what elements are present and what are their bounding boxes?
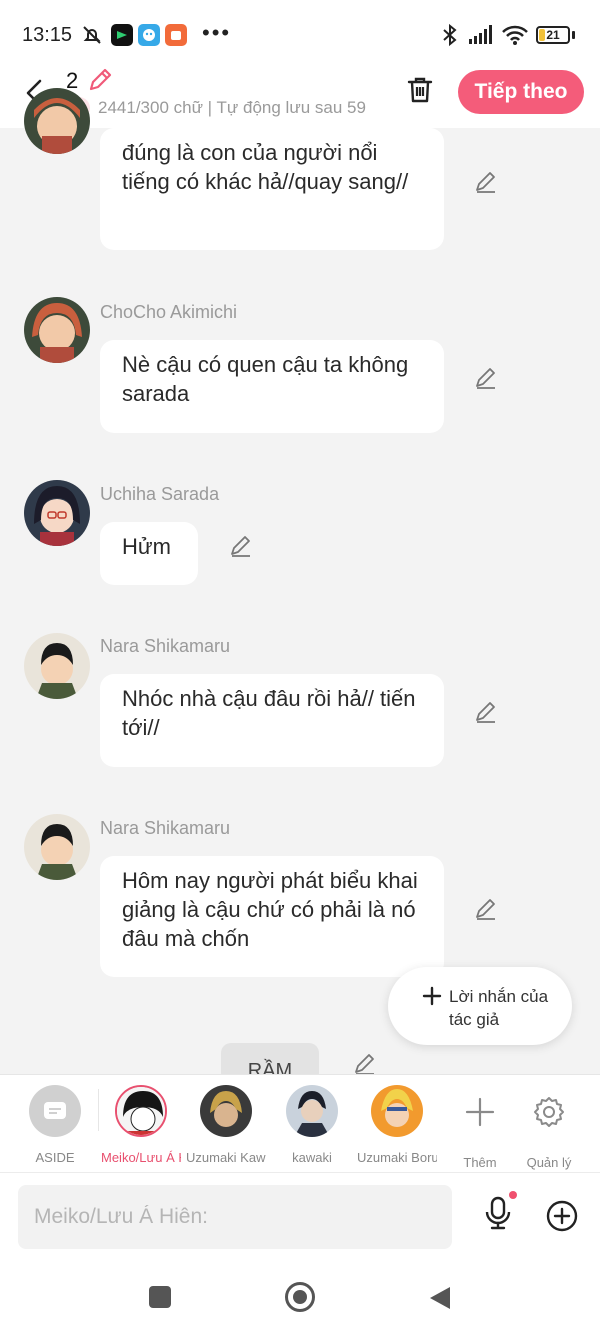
aside-icon — [29, 1085, 81, 1137]
character-name: Nara Shikamaru — [100, 636, 231, 656]
manage-characters-button[interactable]: Quản lý — [509, 1085, 589, 1170]
character-avatar[interactable] — [24, 297, 90, 363]
edit-message-icon[interactable] — [353, 1052, 377, 1076]
app-notification-icon — [165, 24, 187, 46]
character-avatar[interactable] — [24, 814, 90, 880]
character-uzumaki-kawaki[interactable]: Uzumaki Kawaki — [186, 1085, 266, 1165]
character-name: Nara Shikamaru — [100, 818, 231, 838]
signal-icon — [469, 25, 492, 44]
message-bubble[interactable]: Nhóc nhà cậu đâu rồi hả// tiến tới// — [100, 674, 444, 767]
more-notifications-icon: ••• — [202, 20, 232, 45]
edit-message-icon[interactable] — [474, 700, 498, 724]
gear-icon — [534, 1097, 564, 1127]
plus-icon — [422, 986, 442, 1006]
character-avatar — [115, 1085, 167, 1137]
battery-icon: 21 — [536, 26, 570, 44]
character-avatar — [371, 1085, 423, 1137]
edit-message-icon[interactable] — [229, 534, 253, 558]
character-name: Uchiha Sarada — [100, 484, 220, 504]
wifi-icon — [502, 25, 528, 45]
character-avatar — [286, 1085, 338, 1137]
message-bubble[interactable]: Nè cậu có quen cậu ta không sarada — [100, 340, 444, 433]
system-nav-bar — [0, 1262, 600, 1333]
message-bubble[interactable]: Hôm nay người phát biểu khai giảng là cậ… — [100, 856, 444, 977]
word-count-status: 2441/300 chữ | Tự động lưu sau 59 — [98, 98, 366, 117]
system-back-icon[interactable] — [428, 1285, 452, 1311]
character-uzumaki-boruto[interactable]: Uzumaki Boruto — [357, 1085, 437, 1165]
character-selector-bar: ASIDE Meiko/Lưu Á Hiên Uzumaki Kawaki ka… — [0, 1074, 600, 1172]
edit-message-icon[interactable] — [474, 366, 498, 390]
editor-header: 2 2441/300 chữ | Tự động lưu sau 59 Tiếp… — [0, 60, 600, 128]
bell-off-icon — [83, 26, 101, 44]
composer — [0, 1172, 600, 1262]
message-input[interactable] — [18, 1185, 452, 1249]
next-button[interactable]: Tiếp theo — [458, 70, 584, 114]
app-notification-icon — [111, 24, 133, 46]
character-aside[interactable]: ASIDE — [15, 1085, 95, 1165]
character-avatar — [200, 1085, 252, 1137]
edit-message-icon[interactable] — [474, 897, 498, 921]
character-avatar[interactable] — [24, 480, 90, 546]
add-circle-icon[interactable] — [545, 1199, 579, 1233]
character-name: ChoCho Akimichi — [100, 302, 238, 322]
trash-icon[interactable] — [406, 75, 434, 105]
status-time: 13:15 — [22, 24, 73, 46]
message-bubble[interactable]: đúng là con của người nổi tiếng có khác … — [100, 128, 444, 250]
character-meiko[interactable]: Meiko/Lưu Á Hiên — [101, 1085, 181, 1165]
add-character-button[interactable]: Thêm — [440, 1085, 520, 1170]
recent-apps-button[interactable] — [149, 1286, 171, 1308]
character-avatar[interactable] — [24, 633, 90, 699]
author-note-button[interactable]: Lời nhắn của tác giả — [388, 967, 572, 1045]
home-button[interactable] — [285, 1282, 315, 1312]
character-avatar[interactable] — [24, 88, 90, 154]
bluetooth-icon — [443, 23, 457, 47]
plus-icon — [465, 1097, 495, 1127]
microphone-icon[interactable] — [482, 1195, 514, 1231]
notification-dot — [509, 1191, 517, 1199]
message-bubble[interactable]: Hửm — [100, 522, 198, 585]
app-notification-icon — [138, 24, 160, 46]
edit-title-icon[interactable] — [86, 66, 114, 94]
character-kawaki[interactable]: kawaki — [272, 1085, 352, 1165]
edit-message-icon[interactable] — [474, 170, 498, 194]
author-note-label: Lời nhắn của tác giả — [449, 987, 549, 1029]
